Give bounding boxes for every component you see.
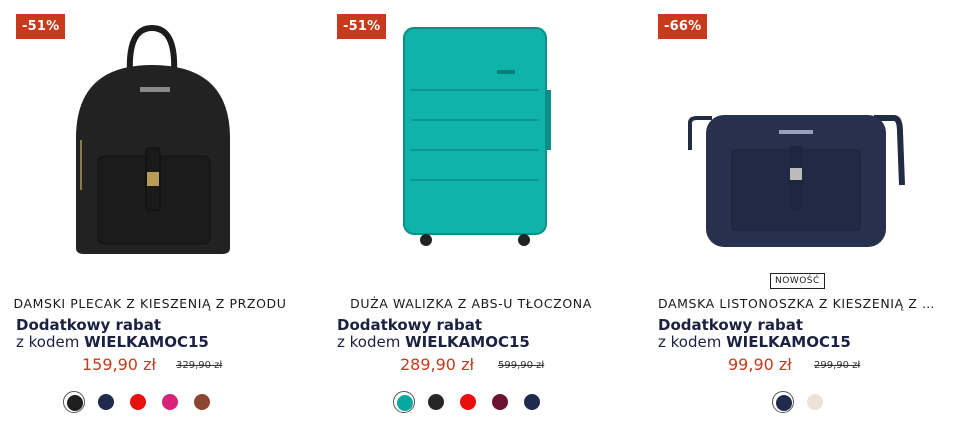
promo-code-line: z kodem WIELKAMOC15 <box>658 333 851 351</box>
product-card-suitcase[interactable]: -51% DUŻA WALIZKA Z ABS-U TŁOCZONA Dodat… <box>321 0 621 423</box>
promo-code-line: z kodem WIELKAMOC15 <box>337 333 530 351</box>
promo-label: Dodatkowy rabat <box>337 316 483 334</box>
suitcase-illustration <box>403 27 551 246</box>
discount-badge: -51% <box>337 14 387 39</box>
promo-code: WIELKAMOC15 <box>84 333 209 351</box>
color-swatch-black[interactable] <box>63 391 85 413</box>
color-swatch-black[interactable] <box>425 391 447 413</box>
product-card-backpack[interactable]: -51% DAMSKI PLECAK Z KIESZENIĄ Z PRZODU … <box>0 0 300 423</box>
product-card-crossbody[interactable]: -66% NOWOŚĆ DAMSKA LISTONOSZKA Z KIESZEN… <box>642 0 942 423</box>
product-title[interactable]: DAMSKA LISTONOSZKA Z KIESZENIĄ Z PRZODU <box>658 296 940 311</box>
crossbody-illustration <box>688 115 905 247</box>
color-swatches <box>0 391 288 413</box>
color-swatch-turquoise[interactable] <box>393 391 415 413</box>
discount-badge: -66% <box>658 14 708 39</box>
promo-code-prefix: z kodem <box>337 333 401 351</box>
product-title[interactable]: DUŻA WALIZKA Z ABS-U TŁOCZONA <box>321 296 621 311</box>
old-price: 599,90 zł <box>498 360 545 371</box>
color-swatch-navy[interactable] <box>95 391 117 413</box>
color-swatches <box>649 391 949 413</box>
color-swatch-pink[interactable] <box>159 391 181 413</box>
backpack-illustration <box>76 24 230 254</box>
old-price: 329,90 zł <box>176 360 223 371</box>
color-swatch-navy[interactable] <box>521 391 543 413</box>
promo-code-prefix: z kodem <box>658 333 722 351</box>
promo-code: WIELKAMOC15 <box>405 333 530 351</box>
promo-code-prefix: z kodem <box>16 333 80 351</box>
color-swatch-beige[interactable] <box>804 391 826 413</box>
promo-label: Dodatkowy rabat <box>16 316 162 334</box>
color-swatch-brown[interactable] <box>191 391 213 413</box>
discount-badge: -51% <box>16 14 66 39</box>
current-price: 289,90 zł <box>400 355 475 374</box>
promo-label: Dodatkowy rabat <box>658 316 804 334</box>
color-swatch-red[interactable] <box>457 391 479 413</box>
navy-crossbody-bag-image[interactable] <box>642 20 942 260</box>
color-swatches <box>318 391 618 413</box>
color-swatch-navy[interactable] <box>772 391 794 413</box>
product-title[interactable]: DAMSKI PLECAK Z KIESZENIĄ Z PRZODU <box>8 296 292 311</box>
current-price: 99,90 zł <box>728 355 792 374</box>
promo-code: WIELKAMOC15 <box>726 333 851 351</box>
black-backpack-image[interactable] <box>0 20 300 260</box>
old-price: 299,90 zł <box>814 360 861 371</box>
new-label: NOWOŚĆ <box>770 273 825 289</box>
promo-code-line: z kodem WIELKAMOC15 <box>16 333 209 351</box>
turquoise-suitcase-image[interactable] <box>321 20 621 260</box>
current-price: 159,90 zł <box>82 355 157 374</box>
color-swatch-red[interactable] <box>127 391 149 413</box>
color-swatch-burgundy[interactable] <box>489 391 511 413</box>
